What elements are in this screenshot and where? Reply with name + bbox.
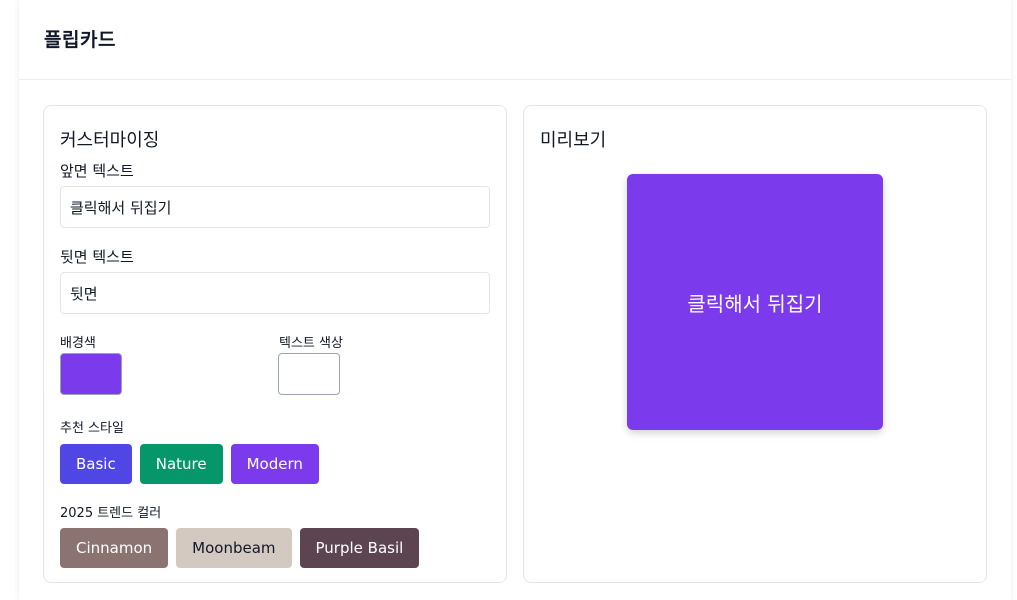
flip-card-preview[interactable]: 클릭해서 뒤집기	[627, 174, 883, 430]
text-color-picker[interactable]	[278, 353, 340, 395]
front-text-label: 앞면 텍스트	[60, 162, 134, 180]
preview-title: 미리보기	[540, 130, 607, 151]
style-basic-button[interactable]: Basic	[60, 444, 132, 484]
style-modern-button[interactable]: Modern	[230, 444, 319, 484]
trend-moonbeam-button[interactable]: Moonbeam	[176, 528, 292, 568]
style-nature-button[interactable]: Nature	[139, 444, 223, 484]
front-text-input[interactable]	[60, 186, 490, 228]
preview-panel: 미리보기 클릭해서 뒤집기	[523, 105, 987, 583]
recommended-style-buttons: Basic Nature Modern	[60, 444, 319, 484]
trend-color-label: 2025 트렌드 컬러	[60, 506, 162, 521]
flip-card-text: 클릭해서 뒤집기	[687, 291, 823, 316]
page-title: 플립카드	[44, 29, 116, 51]
back-text-label: 뒷면 텍스트	[60, 248, 134, 266]
customize-title: 커스터마이징	[60, 130, 160, 151]
bg-color-label: 배경색	[60, 336, 96, 351]
recommended-style-label: 추천 스타일	[60, 421, 124, 436]
trend-color-buttons: Cinnamon Moonbeam Purple Basil	[60, 528, 420, 568]
bg-color-picker[interactable]	[60, 353, 122, 395]
app-header: 플립카드	[19, 0, 1011, 80]
back-text-input[interactable]	[60, 272, 490, 314]
text-color-label: 텍스트 색상	[279, 336, 343, 351]
app-shell: 플립카드 커스터마이징 앞면 텍스트 뒷면 텍스트 배경색 텍스트 색상 추천 …	[19, 0, 1011, 600]
trend-purple-basil-button[interactable]: Purple Basil	[299, 528, 420, 568]
trend-cinnamon-button[interactable]: Cinnamon	[60, 528, 169, 568]
customize-panel: 커스터마이징 앞면 텍스트 뒷면 텍스트 배경색 텍스트 색상 추천 스타일 B…	[43, 105, 507, 583]
